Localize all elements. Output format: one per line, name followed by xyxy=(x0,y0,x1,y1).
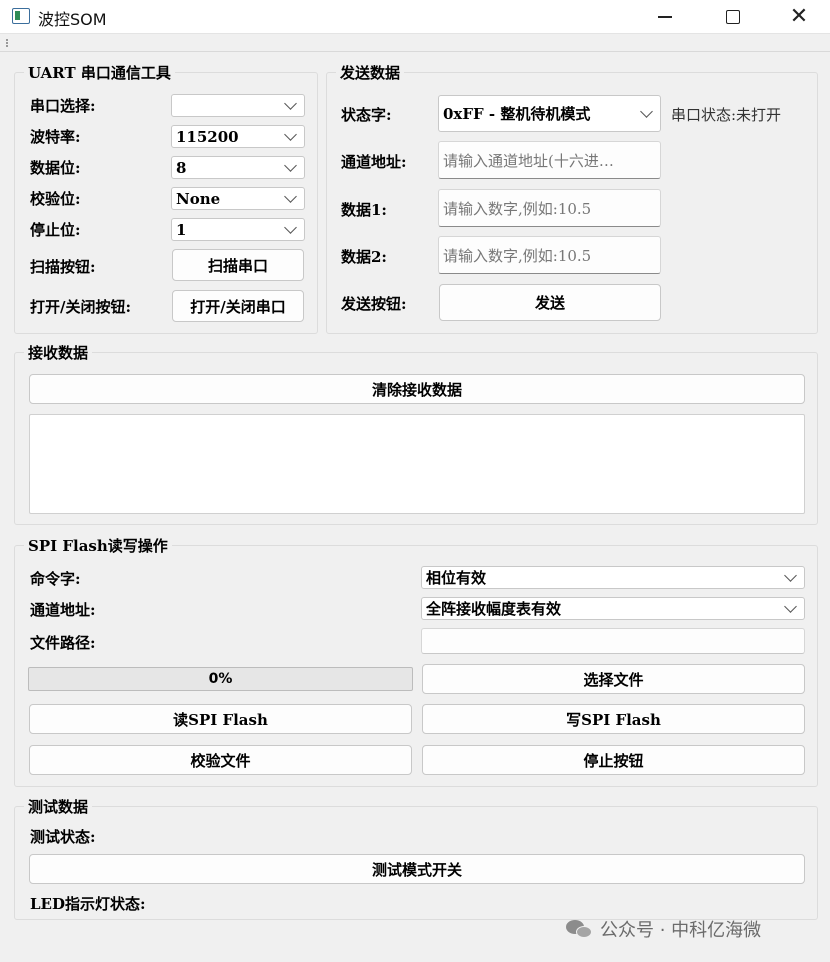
chevron-down-icon xyxy=(284,127,297,141)
spi-progress-bar: 0% xyxy=(28,667,413,691)
test-mode-toggle-button[interactable]: 测试模式开关 xyxy=(29,854,805,884)
port-status-text: 串口状态:未打开 xyxy=(671,106,782,124)
write-spi-flash-button[interactable]: 写SPI Flash xyxy=(422,704,805,734)
chevron-down-icon xyxy=(284,96,297,110)
channel-address-input[interactable]: 请输入通道地址(十六进… xyxy=(438,141,661,179)
parity-select-value: None xyxy=(176,189,221,208)
window-title: 波控SOM xyxy=(38,10,107,29)
stopbits-label: 停止位: xyxy=(30,221,81,239)
databits-select[interactable]: 8 xyxy=(171,156,305,179)
chevron-down-icon xyxy=(784,599,797,613)
data1-label: 数据1: xyxy=(341,201,387,219)
minimize-button[interactable] xyxy=(642,0,688,34)
test-group-title: 测试数据 xyxy=(24,796,93,817)
close-button[interactable]: ✕ xyxy=(776,0,822,34)
app-icon xyxy=(12,8,30,24)
send-group-title: 发送数据 xyxy=(336,62,405,83)
toolbar-grip-icon[interactable] xyxy=(6,39,8,47)
send-button[interactable]: 发送 xyxy=(439,284,661,321)
spi-channel-value: 全阵接收幅度表有效 xyxy=(426,600,562,618)
read-spi-flash-button[interactable]: 读SPI Flash xyxy=(29,704,412,734)
databits-label: 数据位: xyxy=(30,159,81,177)
open-close-label: 打开/关闭按钮: xyxy=(30,298,132,316)
verify-file-button[interactable]: 校验文件 xyxy=(29,745,412,775)
stopbits-select[interactable]: 1 xyxy=(171,218,305,241)
data2-label: 数据2: xyxy=(341,248,387,266)
scan-label: 扫描按钮: xyxy=(30,258,96,276)
command-word-value: 相位有效 xyxy=(426,569,487,587)
status-word-value: 0xFF - 整机待机模式 xyxy=(443,105,591,123)
choose-file-button[interactable]: 选择文件 xyxy=(422,664,805,694)
baud-select[interactable]: 115200 xyxy=(171,125,305,148)
databits-select-value: 8 xyxy=(176,158,187,177)
minimize-icon xyxy=(658,16,672,18)
chevron-down-icon xyxy=(284,220,297,234)
receive-textarea[interactable] xyxy=(29,414,805,514)
maximize-button[interactable] xyxy=(710,0,756,34)
chevron-down-icon xyxy=(784,568,797,582)
receive-group-title: 接收数据 xyxy=(24,342,93,363)
file-path-label: 文件路径: xyxy=(30,634,96,652)
spi-channel-label: 通道地址: xyxy=(30,601,96,619)
port-label: 串口选择: xyxy=(30,97,96,115)
data2-placeholder: 请输入数字,例如:10.5 xyxy=(443,246,592,265)
data1-input[interactable]: 请输入数字,例如:10.5 xyxy=(438,189,661,227)
data1-placeholder: 请输入数字,例如:10.5 xyxy=(443,199,592,218)
command-word-label: 命令字: xyxy=(30,570,81,588)
parity-select[interactable]: None xyxy=(171,187,305,210)
baud-label: 波特率: xyxy=(30,128,81,146)
spi-group-title: SPI Flash读写操作 xyxy=(24,535,172,556)
spi-progress-text: 0% xyxy=(208,671,233,687)
stopbits-select-value: 1 xyxy=(176,220,187,239)
open-close-port-button[interactable]: 打开/关闭串口 xyxy=(172,290,304,322)
led-status-label: LED指示灯状态: xyxy=(30,895,146,913)
test-status-label: 测试状态: xyxy=(30,828,96,846)
toolbar-strip xyxy=(0,34,830,52)
clear-receive-button[interactable]: 清除接收数据 xyxy=(29,374,805,404)
channel-address-label: 通道地址: xyxy=(341,153,407,171)
file-path-input[interactable] xyxy=(421,628,805,654)
parity-label: 校验位: xyxy=(30,190,81,208)
data2-input[interactable]: 请输入数字,例如:10.5 xyxy=(438,236,661,274)
wechat-icon xyxy=(566,918,594,940)
spi-channel-select[interactable]: 全阵接收幅度表有效 xyxy=(421,597,805,620)
scan-port-button[interactable]: 扫描串口 xyxy=(172,249,304,281)
title-bar: 波控SOM ✕ xyxy=(0,0,830,34)
chevron-down-icon xyxy=(284,189,297,203)
chevron-down-icon xyxy=(284,158,297,172)
status-word-label: 状态字: xyxy=(341,106,392,124)
uart-group-title: UART 串口通信工具 xyxy=(24,62,175,83)
watermark-text: 公众号 · 中科亿海微 xyxy=(600,920,762,941)
close-icon: ✕ xyxy=(789,4,809,29)
baud-select-value: 115200 xyxy=(176,127,239,146)
maximize-icon xyxy=(726,10,740,24)
stop-button[interactable]: 停止按钮 xyxy=(422,745,805,775)
send-label: 发送按钮: xyxy=(341,295,407,313)
command-word-select[interactable]: 相位有效 xyxy=(421,566,805,589)
port-select[interactable] xyxy=(171,94,305,117)
chevron-down-icon xyxy=(640,104,653,118)
watermark: 公众号 · 中科亿海微 xyxy=(566,916,761,942)
status-word-select[interactable]: 0xFF - 整机待机模式 xyxy=(438,95,661,132)
channel-address-placeholder: 请输入通道地址(十六进… xyxy=(443,151,614,170)
